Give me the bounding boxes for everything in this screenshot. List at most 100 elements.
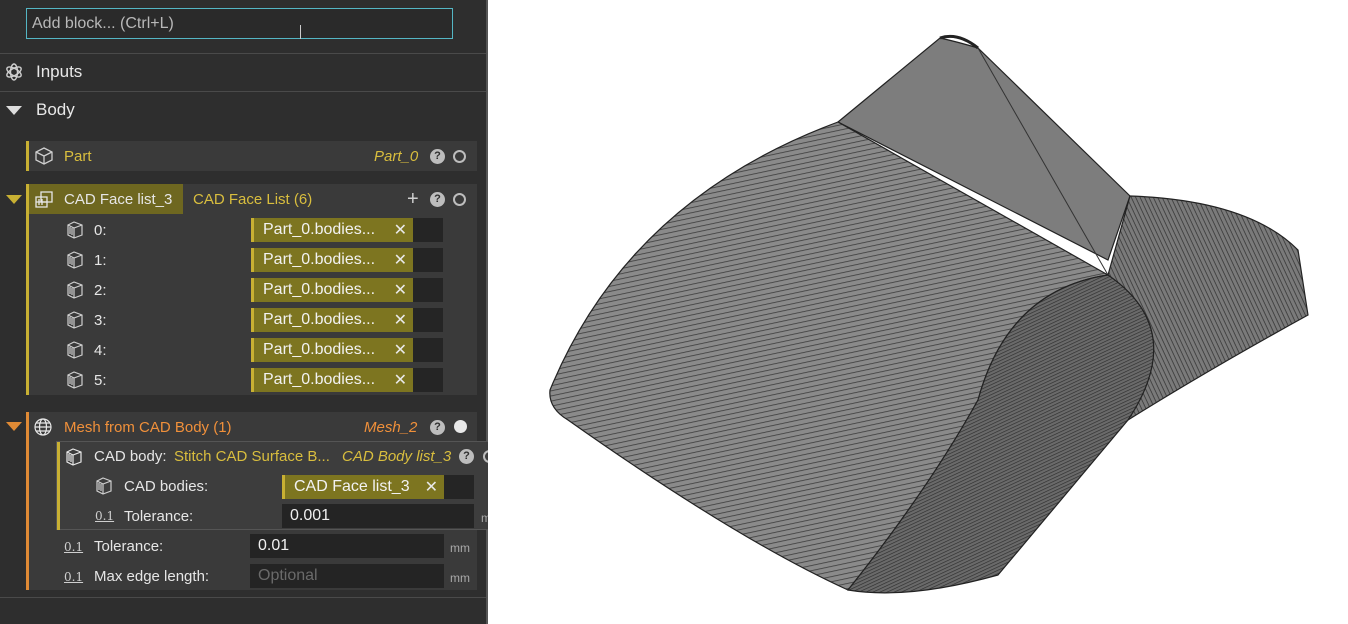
chip-text: Part_0.bodies... bbox=[254, 341, 375, 359]
cad-body-subblock: CAD body: Stitch CAD Surface B... CAD Bo… bbox=[56, 441, 508, 530]
cad-body-icon bbox=[63, 447, 83, 467]
remove-chip-icon[interactable]: ✕ bbox=[394, 370, 407, 390]
remove-chip-icon[interactable]: ✕ bbox=[394, 220, 407, 240]
tolerance-field[interactable] bbox=[250, 534, 444, 558]
part-block[interactable]: Part Part_0 ? bbox=[26, 141, 477, 171]
face-item-label: 3: bbox=[94, 312, 107, 329]
face-item-label: 5: bbox=[94, 372, 107, 389]
chip-text: Part_0.bodies... bbox=[254, 311, 375, 329]
remove-chip-icon[interactable]: ✕ bbox=[394, 280, 407, 300]
collapse-triangle-icon[interactable] bbox=[6, 422, 22, 431]
part-block-instance: Part_0 bbox=[374, 148, 418, 165]
help-icon[interactable]: ? bbox=[430, 192, 445, 207]
accent-bar bbox=[26, 141, 29, 171]
mesh-globe-icon bbox=[33, 417, 53, 437]
divider bbox=[0, 597, 486, 598]
output-port-connected-icon[interactable] bbox=[454, 420, 467, 433]
number-field-icon: 0.1 bbox=[95, 509, 114, 523]
cad-bodies-field[interactable]: CAD Face list_3 ✕ bbox=[282, 475, 474, 499]
face-item-chip[interactable]: Part_0.bodies... ✕ bbox=[251, 278, 413, 302]
inputs-knot-icon bbox=[4, 62, 24, 82]
output-port-icon[interactable] bbox=[453, 150, 466, 163]
face-item-field[interactable]: Part_0.bodies... ✕ bbox=[251, 308, 443, 332]
collapse-triangle-icon[interactable] bbox=[6, 195, 22, 204]
tolerance-label: Tolerance: bbox=[94, 538, 163, 555]
chip-text: Part_0.bodies... bbox=[254, 251, 375, 269]
cad-body-label: CAD body: bbox=[94, 448, 167, 465]
face-item-label: 0: bbox=[94, 222, 107, 239]
chip-text: CAD Face list_3 bbox=[285, 478, 410, 496]
face-item-chip[interactable]: Part_0.bodies... ✕ bbox=[251, 368, 413, 392]
text-cursor-icon bbox=[300, 25, 301, 39]
remove-chip-icon[interactable]: ✕ bbox=[394, 310, 407, 330]
max-edge-length-unit: mm bbox=[450, 571, 470, 585]
chip-text: Part_0.bodies... bbox=[254, 371, 375, 389]
face-list-item: 3: Part_0.bodies... ✕ bbox=[56, 305, 446, 335]
face-item-field[interactable]: Part_0.bodies... ✕ bbox=[251, 368, 443, 392]
max-edge-length-label: Max edge length: bbox=[94, 568, 209, 585]
section-inputs[interactable]: Inputs bbox=[0, 54, 486, 90]
block-editor-panel: Inputs Body Part Part_0 ? CAD Face list_… bbox=[0, 0, 488, 624]
add-block-input[interactable] bbox=[27, 9, 452, 38]
inner-tolerance-input[interactable] bbox=[282, 504, 474, 528]
face-list-type: CAD Face List (6) bbox=[193, 191, 312, 208]
meshed-surface-model[interactable] bbox=[488, 0, 1348, 624]
inner-tolerance-label: Tolerance: bbox=[124, 508, 193, 525]
face-icon bbox=[64, 370, 84, 390]
section-body-label: Body bbox=[36, 100, 75, 120]
face-item-chip[interactable]: Part_0.bodies... ✕ bbox=[251, 248, 413, 272]
face-icon bbox=[64, 310, 84, 330]
chip-text: Part_0.bodies... bbox=[254, 281, 375, 299]
cad-body-instance: CAD Body list_3 bbox=[342, 448, 451, 465]
face-item-field[interactable]: Part_0.bodies... ✕ bbox=[251, 278, 443, 302]
face-item-chip[interactable]: Part_0.bodies...✕ bbox=[251, 218, 413, 242]
remove-chip-icon[interactable]: ✕ bbox=[394, 250, 407, 270]
number-field-icon: 0.1 bbox=[64, 540, 83, 554]
face-icon bbox=[64, 220, 84, 240]
face-list-item: 5: Part_0.bodies... ✕ bbox=[56, 365, 446, 395]
remove-chip-icon[interactable]: ✕ bbox=[394, 340, 407, 360]
face-item-field[interactable]: Part_0.bodies... ✕ bbox=[251, 338, 443, 362]
tolerance-input[interactable] bbox=[250, 534, 444, 558]
3d-viewport[interactable] bbox=[488, 0, 1348, 624]
part-cube-icon bbox=[34, 146, 54, 166]
help-icon[interactable]: ? bbox=[430, 149, 445, 164]
cad-body-value[interactable]: Stitch CAD Surface B... bbox=[174, 448, 330, 465]
section-body[interactable]: Body bbox=[0, 92, 486, 128]
cad-bodies-chip[interactable]: CAD Face list_3 ✕ bbox=[282, 475, 444, 499]
face-list-item: 2: Part_0.bodies... ✕ bbox=[56, 275, 446, 305]
face-list-item: 1: Part_0.bodies... ✕ bbox=[56, 245, 446, 275]
remove-chip-icon[interactable]: ✕ bbox=[425, 477, 438, 497]
collapse-triangle-icon[interactable] bbox=[6, 106, 22, 115]
face-item-label: 4: bbox=[94, 342, 107, 359]
section-inputs-label: Inputs bbox=[36, 62, 82, 82]
face-item-field[interactable]: Part_0.bodies...✕ bbox=[251, 218, 443, 242]
face-item-field[interactable]: Part_0.bodies... ✕ bbox=[251, 248, 443, 272]
mesh-block-instance: Mesh_2 bbox=[364, 419, 417, 436]
accent-bar bbox=[26, 184, 29, 395]
face-item-label: 2: bbox=[94, 282, 107, 299]
number-field-icon: 0.1 bbox=[64, 570, 83, 584]
add-item-icon[interactable]: + bbox=[407, 189, 419, 209]
face-list-title[interactable]: CAD Face list_3 bbox=[64, 191, 172, 208]
face-icon bbox=[64, 280, 84, 300]
output-port-icon[interactable] bbox=[453, 193, 466, 206]
cad-bodies-label: CAD bodies: bbox=[124, 478, 208, 495]
face-icon bbox=[64, 250, 84, 270]
mesh-block-title: Mesh from CAD Body (1) bbox=[64, 419, 232, 436]
face-item-chip[interactable]: Part_0.bodies... ✕ bbox=[251, 338, 413, 362]
add-block-search[interactable] bbox=[26, 8, 453, 39]
inner-tolerance-field[interactable] bbox=[282, 504, 474, 528]
face-item-label: 1: bbox=[94, 252, 107, 269]
face-list-icon bbox=[34, 189, 54, 209]
face-item-chip[interactable]: Part_0.bodies... ✕ bbox=[251, 308, 413, 332]
accent-bar bbox=[57, 442, 60, 530]
accent-bar bbox=[26, 412, 29, 590]
cad-bodies-icon bbox=[93, 476, 113, 496]
help-icon[interactable]: ? bbox=[430, 420, 445, 435]
tolerance-unit: mm bbox=[450, 541, 470, 555]
help-icon[interactable]: ? bbox=[459, 449, 474, 464]
max-edge-length-input[interactable] bbox=[250, 564, 444, 588]
part-block-title: Part bbox=[64, 148, 92, 165]
max-edge-length-field[interactable] bbox=[250, 564, 444, 588]
